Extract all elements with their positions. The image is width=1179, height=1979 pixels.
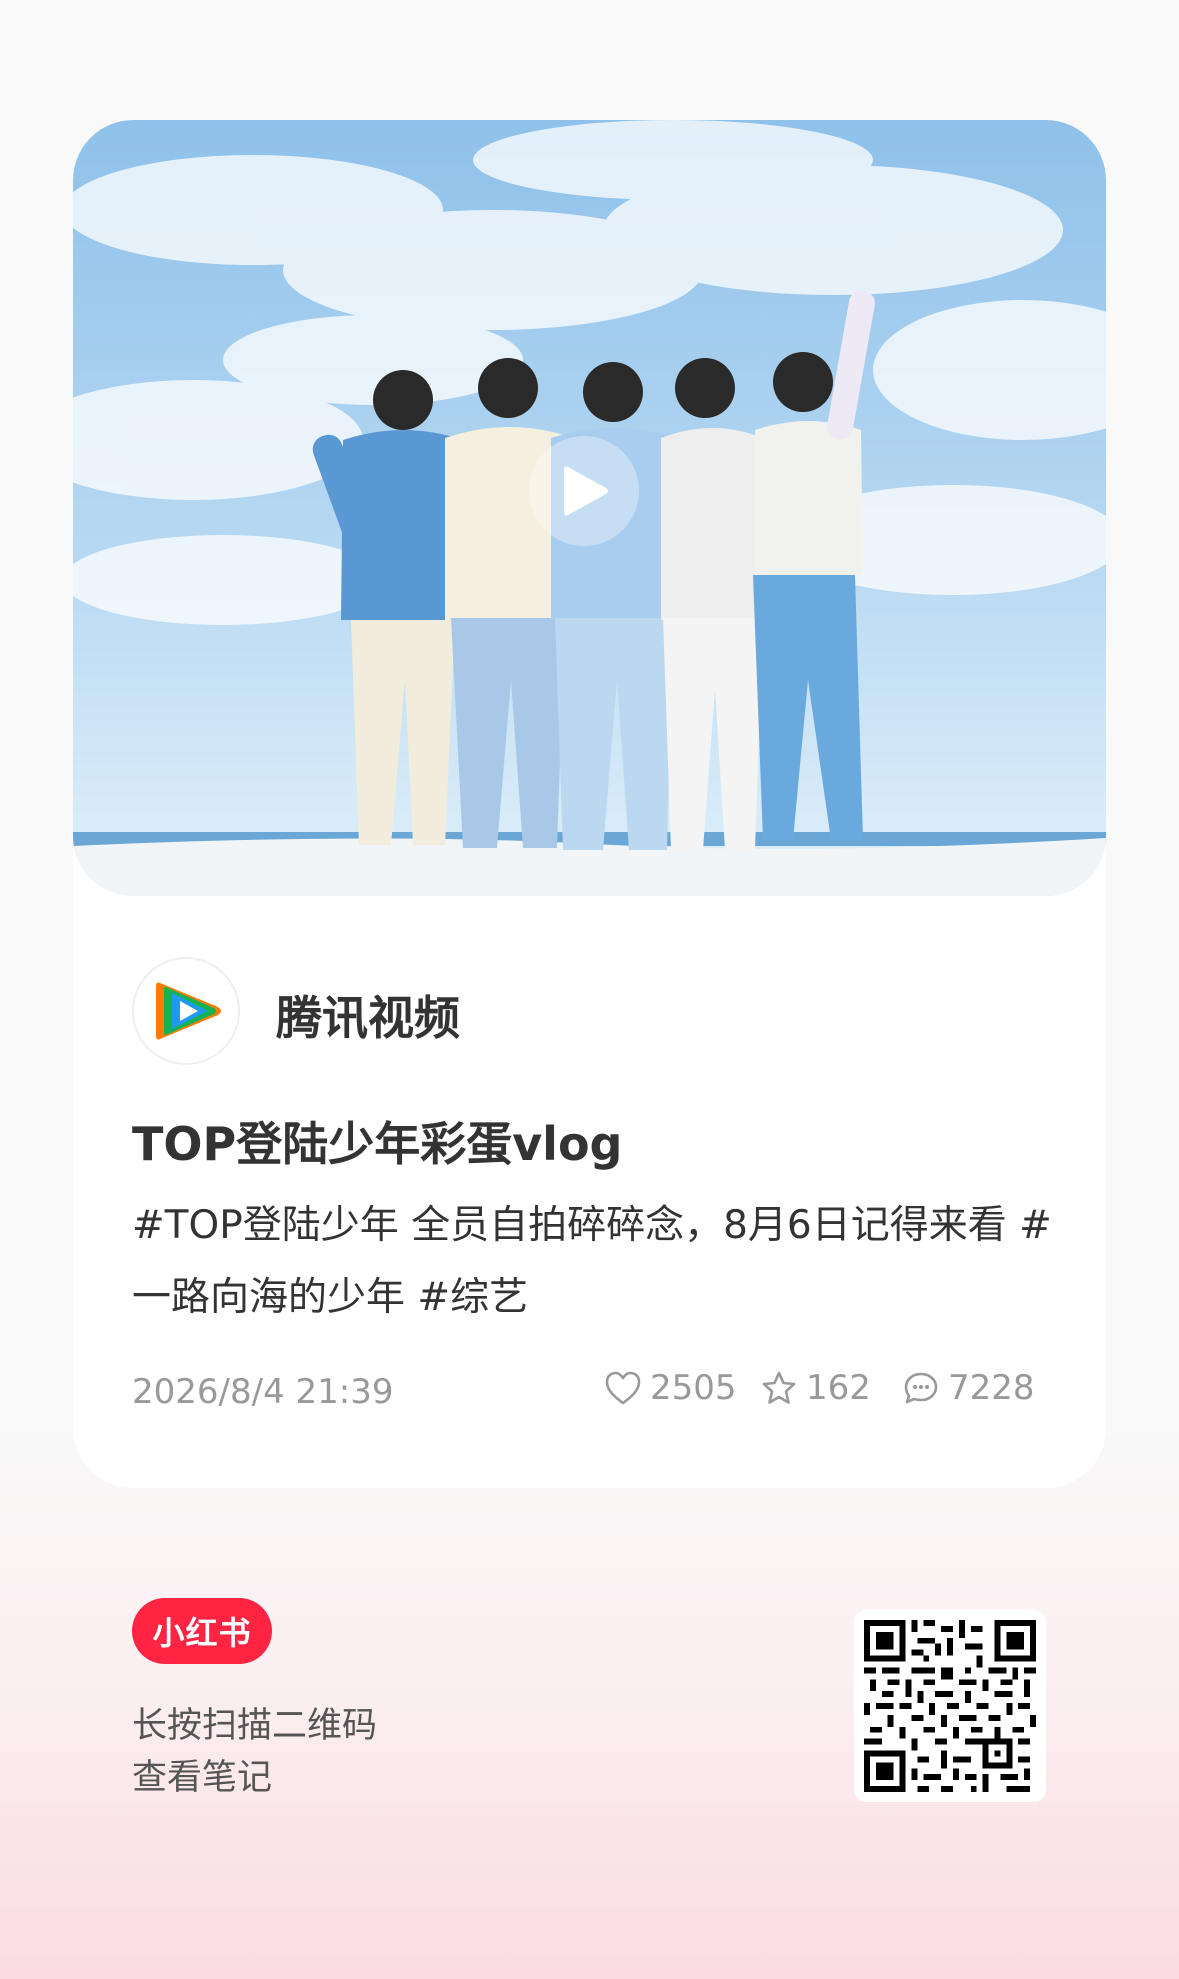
qr-code-image: [864, 1620, 1036, 1792]
comment-bubble-icon: [904, 1372, 938, 1404]
post-time: 2026/8/4 21:39: [132, 1372, 394, 1412]
play-icon: [564, 466, 608, 516]
xiaohongshu-logo: 小红书: [132, 1598, 272, 1664]
note-title: TOP登陆少年彩蛋vlog: [132, 1117, 623, 1171]
collect-count: 162: [806, 1368, 871, 1408]
scan-hint: 长按扫描二维码 查看笔记: [132, 1700, 377, 1804]
author-name[interactable]: 腾讯视频: [276, 982, 460, 1048]
scan-hint-line2: 查看笔记: [132, 1758, 273, 1798]
like-stat[interactable]: 2505: [604, 1368, 737, 1408]
video-cover[interactable]: [73, 120, 1106, 896]
note-card[interactable]: 腾讯视频 TOP登陆少年彩蛋vlog #TOP登陆少年 全员自拍碎碎念，8月6日…: [73, 120, 1106, 1488]
qr-code[interactable]: [854, 1610, 1046, 1802]
scan-hint-line1: 长按扫描二维码: [132, 1706, 378, 1746]
star-icon: [762, 1371, 796, 1404]
note-description: #TOP登陆少年 全员自拍碎碎念，8月6日记得来看 #一路向海的少年 #综艺: [132, 1203, 1052, 1320]
note-meta: 2026/8/4 21:39 2505 162 7228: [132, 1366, 1062, 1416]
heart-icon: [605, 1371, 641, 1405]
author-avatar[interactable]: [132, 957, 240, 1065]
play-button[interactable]: [529, 436, 639, 546]
collect-stat[interactable]: 162: [760, 1368, 871, 1408]
comment-count: 7228: [948, 1368, 1035, 1408]
comment-stat[interactable]: 7228: [902, 1368, 1035, 1408]
tencent-video-logo-icon: [156, 982, 221, 1040]
like-count: 2505: [650, 1368, 737, 1408]
